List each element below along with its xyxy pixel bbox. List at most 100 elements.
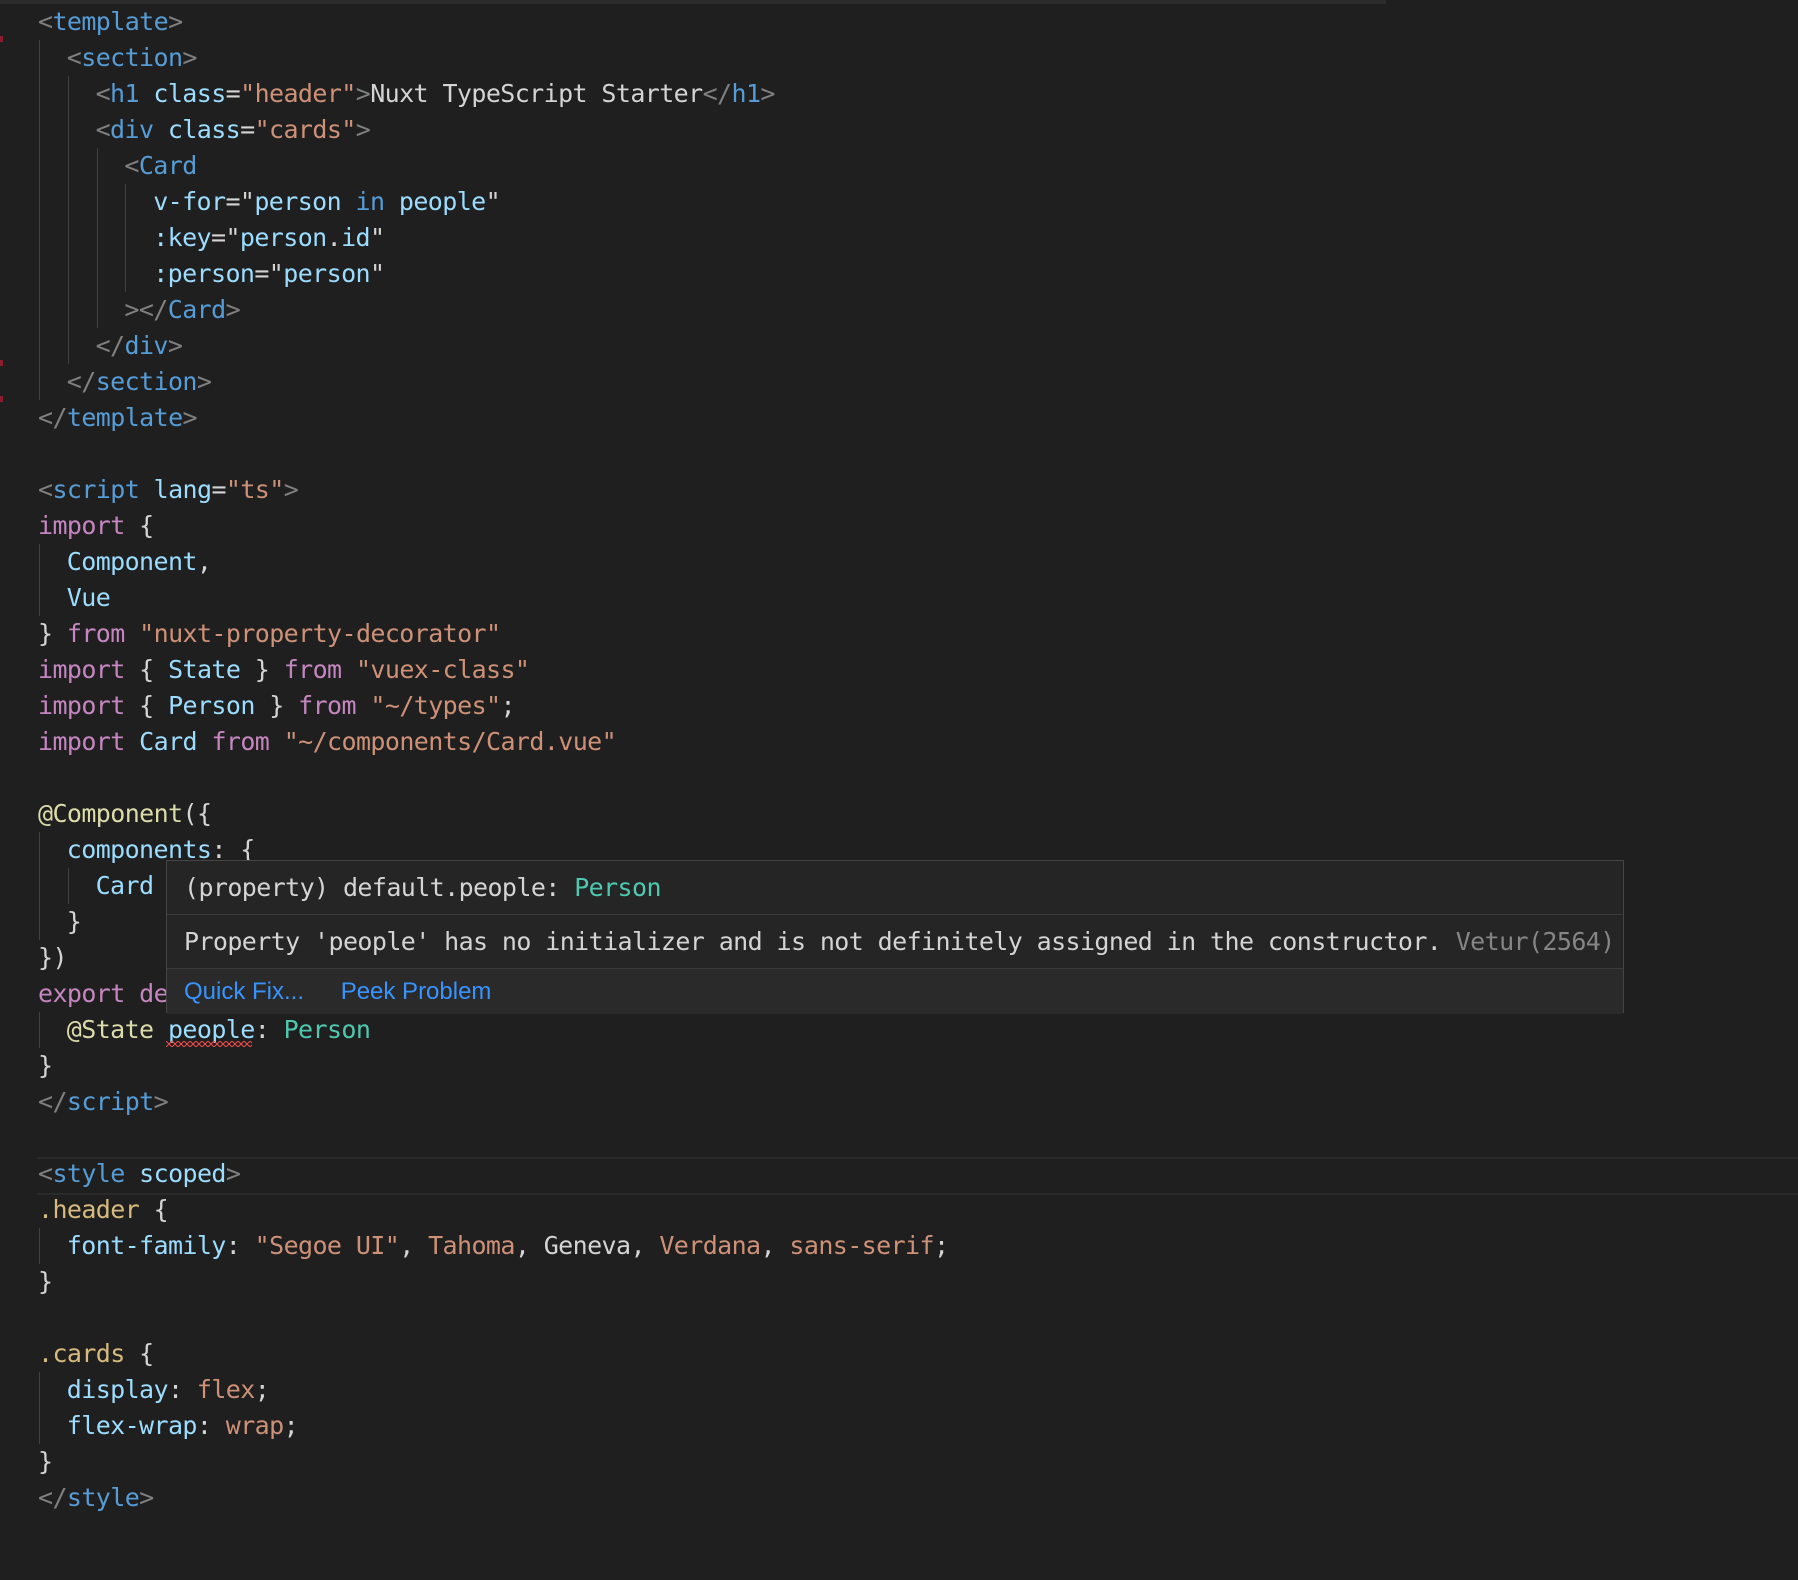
code-token: Card xyxy=(95,871,154,900)
code-line: <section> xyxy=(66,40,198,76)
code-token: , xyxy=(399,1231,429,1260)
current-line-highlight xyxy=(37,1157,1798,1195)
code-line: <style scoped> xyxy=(38,1156,241,1192)
code-token: h1 xyxy=(110,79,140,108)
indent-guide xyxy=(67,868,69,904)
code-token: from xyxy=(211,727,270,756)
code-token: :person xyxy=(153,259,255,288)
code-line: <div class="cards"> xyxy=(96,112,371,148)
code-token: { xyxy=(124,1339,154,1368)
code-token: = xyxy=(240,115,255,144)
code-token: style xyxy=(66,1483,140,1512)
code-token: person xyxy=(239,223,327,252)
code-token: Person xyxy=(283,1015,371,1044)
code-token: div xyxy=(110,115,154,144)
code-line: import { Person } from "~/types"; xyxy=(38,688,516,724)
code-line: } from "nuxt-property-decorator" xyxy=(38,616,501,652)
code-token: font-family xyxy=(66,1231,227,1260)
code-line: } xyxy=(38,1048,53,1084)
code-line: } xyxy=(67,904,82,940)
peek-problem-link[interactable]: Peek Problem xyxy=(341,978,492,1005)
code-token: > xyxy=(760,79,775,108)
code-token: > xyxy=(182,43,197,72)
code-token: de xyxy=(139,979,169,1008)
code-token: , xyxy=(760,1231,790,1260)
code-token: : xyxy=(196,1411,226,1440)
code-line: </template> xyxy=(38,400,198,436)
code-token: </ xyxy=(95,331,126,360)
code-token: :key xyxy=(153,223,211,252)
code-token: id xyxy=(341,223,371,252)
code-token: from xyxy=(283,655,342,684)
code-token: > xyxy=(168,7,183,36)
code-token: > xyxy=(167,331,183,360)
code-token: script xyxy=(66,1087,154,1116)
code-token: import xyxy=(38,511,125,540)
code-line: flex-wrap: wrap; xyxy=(67,1408,299,1444)
code-token: sans-serif xyxy=(789,1231,934,1260)
code-token: } xyxy=(38,1051,53,1080)
code-token: .header xyxy=(38,1195,140,1224)
code-line: </div> xyxy=(96,328,183,364)
code-token: @State xyxy=(66,1015,154,1044)
code-token: ; xyxy=(283,1411,299,1440)
code-token: ; xyxy=(500,691,515,720)
code-token: scoped xyxy=(139,1159,226,1188)
code-token: Card xyxy=(139,727,197,756)
code-line: Vue xyxy=(67,580,111,616)
code-token: "Segoe UI" xyxy=(254,1231,400,1260)
code-token: } xyxy=(254,691,299,720)
code-token: lang xyxy=(153,475,212,504)
code-token: { xyxy=(139,1195,169,1224)
code-token: , xyxy=(514,1231,544,1260)
code-token: { xyxy=(124,511,154,540)
code-token: Geneva xyxy=(543,1231,631,1260)
code-line: }) xyxy=(38,940,68,976)
code-token: " xyxy=(369,259,385,288)
code-token: < xyxy=(95,115,111,144)
code-line: </style> xyxy=(38,1480,154,1516)
code-token: </ xyxy=(38,1087,68,1116)
code-token: < xyxy=(38,7,53,36)
error-squiggle xyxy=(166,1041,252,1047)
indent-guide xyxy=(39,1372,40,1444)
quick-fix-link[interactable]: Quick Fix... xyxy=(184,978,304,1005)
indent-guide xyxy=(39,544,40,616)
code-token: = xyxy=(225,79,241,108)
code-token: person xyxy=(283,259,370,288)
code-token: flex xyxy=(196,1375,255,1404)
code-token: } xyxy=(38,1447,53,1476)
code-token: Person xyxy=(168,691,255,720)
hover-actions: Quick Fix... Peek Problem xyxy=(167,969,1623,1014)
code-line: export de xyxy=(38,976,169,1012)
code-token: = xyxy=(211,475,226,504)
code-token: wrap xyxy=(225,1411,284,1440)
code-token: < xyxy=(66,43,82,72)
problem-source: Vetur(2564) xyxy=(1455,927,1616,956)
code-line: Component, xyxy=(67,544,212,580)
code-token: > xyxy=(139,1483,154,1512)
code-token: =" xyxy=(211,223,241,252)
code-token: template xyxy=(52,7,169,36)
code-token: "ts" xyxy=(225,475,284,504)
code-token: script xyxy=(52,475,140,504)
indent-guide xyxy=(96,148,98,328)
code-token: " xyxy=(369,223,385,252)
indent-guide xyxy=(67,76,69,364)
code-token: < xyxy=(95,79,111,108)
code-token: section xyxy=(81,43,183,72)
code-token: ; xyxy=(933,1231,949,1260)
code-editor[interactable]: <template> <section> <h1 class="header">Nu… xyxy=(0,0,1798,1580)
problem-text: Property 'people' has no initializer and… xyxy=(184,927,1442,956)
code-line: ></Card> xyxy=(124,292,240,328)
code-token: > xyxy=(182,403,198,432)
